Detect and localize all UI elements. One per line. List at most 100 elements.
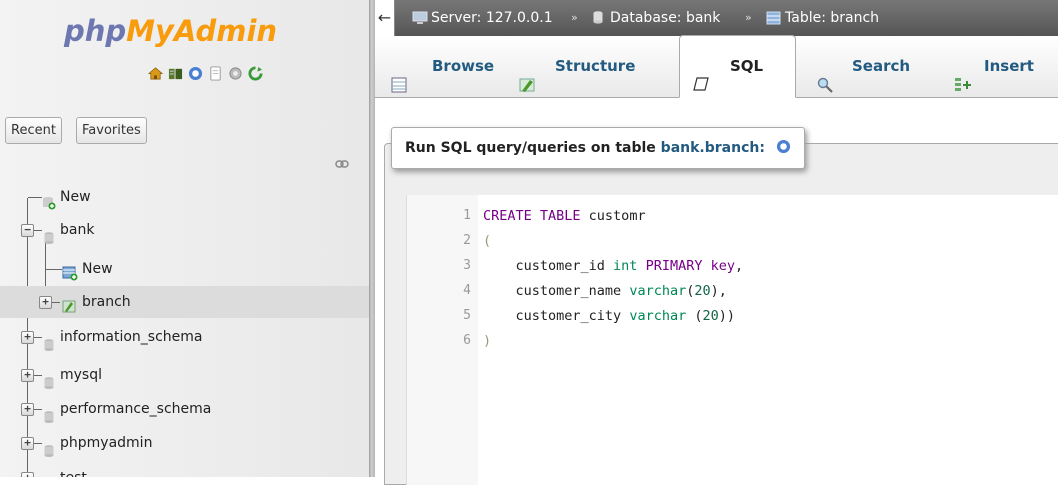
- code-line-3: customer_id int PRIMARY key,: [483, 258, 744, 274]
- expand-icon[interactable]: +: [21, 472, 34, 477]
- expand-icon[interactable]: +: [21, 437, 34, 450]
- sql-query-legend: Run SQL query/queries on table bank.bran…: [391, 127, 805, 169]
- code-line-2: (: [483, 233, 492, 249]
- insert-icon: [954, 58, 971, 91]
- tab-browse[interactable]: Browse: [389, 36, 509, 96]
- help-icon[interactable]: [188, 66, 203, 81]
- tree-item-label: mysql: [60, 367, 102, 383]
- database-icon: [44, 369, 54, 389]
- expand-icon[interactable]: +: [21, 403, 34, 416]
- tree-item-label: performance_schema: [60, 401, 212, 417]
- line-number: 1: [463, 208, 471, 223]
- legend-table-link[interactable]: bank.branch:: [661, 140, 765, 156]
- tree-item-label: New: [82, 261, 113, 277]
- home-icon[interactable]: [148, 66, 163, 81]
- logo-myadmin: MyAdmin: [126, 14, 278, 48]
- search-icon: [817, 58, 833, 93]
- tree-item-branch[interactable]: + branch: [0, 286, 369, 318]
- collapse-navigation-icon[interactable]: ←: [375, 0, 395, 36]
- tree-item-label: New: [60, 189, 91, 205]
- nav-icon-bar: [148, 66, 263, 81]
- tab-label: Browse: [432, 57, 495, 75]
- browse-icon: [391, 58, 407, 93]
- expand-icon[interactable]: +: [39, 296, 52, 309]
- tree-item-phpmyadmin[interactable]: + phpmyadmin: [0, 427, 369, 459]
- line-number: 5: [463, 308, 471, 323]
- tree-item-bank[interactable]: − bank: [0, 214, 369, 246]
- tab-label: Insert: [984, 57, 1034, 75]
- tree-item-label: test: [60, 462, 87, 477]
- tree-connector: [46, 269, 62, 270]
- breadcrumb-separator: »: [571, 11, 578, 24]
- tree-connector: [34, 337, 42, 338]
- sql-icon: [692, 58, 709, 91]
- phpmyadmin-logo[interactable]: phpMyAdmin: [64, 14, 277, 48]
- tree-connector: [52, 302, 60, 303]
- code-line-1: CREATE TABLE customr: [483, 208, 646, 224]
- code-line-6: ): [483, 333, 492, 349]
- line-number: 2: [463, 233, 471, 248]
- tree-connector: [34, 230, 42, 231]
- settings-icon[interactable]: [228, 66, 243, 81]
- tree-connector: [34, 443, 42, 444]
- line-number: 4: [463, 283, 471, 298]
- tab-label: Structure: [555, 57, 636, 75]
- line-number: 6: [463, 333, 471, 348]
- collapse-icon[interactable]: −: [21, 224, 34, 237]
- table-menu: Browse Structure SQL Search Insert: [375, 35, 1058, 98]
- line-number: 3: [463, 258, 471, 273]
- expand-icon[interactable]: +: [21, 369, 34, 382]
- database-icon: [593, 11, 603, 28]
- tree-item-label: phpmyadmin: [60, 435, 153, 451]
- tree-item-label: information_schema: [60, 329, 203, 345]
- database-icon[interactable]: [168, 66, 183, 81]
- tab-sql[interactable]: SQL: [679, 35, 796, 98]
- tree-connector: [34, 375, 42, 376]
- expand-icon[interactable]: +: [21, 331, 34, 344]
- breadcrumb: ← Server: 127.0.0.1 » Database: bank » T…: [375, 0, 1058, 36]
- breadcrumb-database[interactable]: Database: bank: [610, 0, 720, 36]
- link-icon[interactable]: [335, 158, 349, 173]
- code-line-4: customer_name varchar(20),: [483, 283, 727, 299]
- logo-php: php: [64, 14, 127, 48]
- tree-connector: [28, 197, 42, 198]
- new-table-icon: [62, 261, 78, 281]
- navigation-panel: phpMyAdmin Recent Favorites New − bank N…: [0, 0, 369, 477]
- table-structure-icon: [62, 294, 78, 313]
- tab-label: Search: [852, 57, 911, 75]
- breadcrumb-separator: »: [745, 11, 752, 24]
- breadcrumb-server[interactable]: Server: 127.0.0.1: [431, 0, 553, 36]
- structure-icon: [519, 58, 535, 92]
- help-icon[interactable]: [776, 130, 791, 154]
- database-icon: [44, 224, 54, 244]
- tab-search[interactable]: Search: [815, 36, 937, 96]
- server-icon: [412, 11, 428, 29]
- recent-button[interactable]: Recent: [5, 117, 62, 144]
- tree-item-information-schema[interactable]: + information_schema: [0, 321, 369, 353]
- sql-editor[interactable]: 1 2 3 4 5 6 CREATE TABLE customr ( custo…: [406, 195, 1058, 485]
- reload-icon[interactable]: [248, 66, 263, 81]
- tab-label: SQL: [730, 57, 764, 75]
- breadcrumb-table[interactable]: Table: branch: [785, 0, 879, 36]
- database-icon: [44, 403, 54, 423]
- tree-item-test[interactable]: + test: [0, 462, 369, 477]
- table-icon: [766, 11, 781, 29]
- database-icon: [44, 437, 54, 457]
- database-icon: [44, 331, 54, 351]
- documentation-icon[interactable]: [208, 66, 223, 81]
- tree-connector: [34, 409, 42, 410]
- favorites-button[interactable]: Favorites: [76, 117, 147, 144]
- tree-item-performance-schema[interactable]: + performance_schema: [0, 393, 369, 425]
- new-database-icon: [42, 190, 56, 210]
- legend-text: Run SQL query/queries on table: [405, 140, 661, 156]
- tree-item-mysql[interactable]: + mysql: [0, 359, 369, 391]
- tree-item-new[interactable]: New: [0, 181, 369, 213]
- code-line-5: customer_city varchar (20)): [483, 308, 736, 324]
- tab-structure[interactable]: Structure: [515, 36, 665, 96]
- main-content: Run SQL query/queries on table bank.bran…: [375, 98, 1058, 485]
- tree-item-label: branch: [82, 294, 131, 310]
- database-icon: [44, 472, 54, 477]
- tree-item-new-table[interactable]: New: [0, 253, 369, 285]
- tree-item-label: bank: [60, 222, 95, 238]
- tab-insert[interactable]: Insert: [952, 36, 1058, 96]
